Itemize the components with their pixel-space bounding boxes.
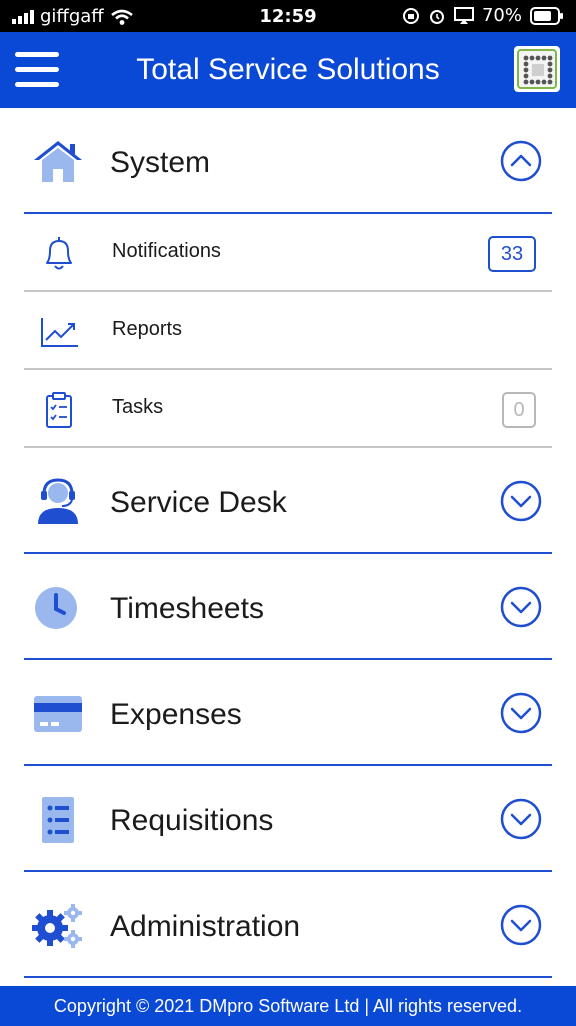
section-expenses[interactable]: Expenses: [24, 660, 552, 766]
status-right: 70%: [402, 5, 564, 26]
chevron-up-icon[interactable]: [500, 140, 542, 182]
section-label: Expenses: [110, 698, 242, 731]
gears-icon: [32, 904, 82, 948]
menu-list: System Notifications 33 Reports Tasks 0 …: [24, 108, 552, 978]
status-bar: giffgaff 12:59 70%: [0, 0, 576, 32]
bell-icon: [46, 237, 72, 270]
section-timesheets[interactable]: Timesheets: [24, 554, 552, 660]
section-label: Timesheets: [110, 592, 264, 625]
orientation-lock-icon: [402, 7, 419, 24]
notification-count-badge: 33: [488, 236, 536, 272]
section-service-desk[interactable]: Service Desk: [24, 448, 552, 554]
list-document-icon: [42, 797, 74, 843]
menu-item-label: Notifications: [112, 240, 221, 262]
menu-item-tasks[interactable]: Tasks 0: [24, 370, 552, 448]
section-requisitions[interactable]: Requisitions: [24, 766, 552, 872]
section-label: Requisitions: [110, 804, 274, 837]
section-label: Service Desk: [110, 486, 287, 519]
alarm-icon: [429, 9, 444, 24]
footer-copyright: Copyright © 2021 DMpro Software Ltd | Al…: [0, 986, 576, 1026]
clipboard-icon: [46, 392, 72, 428]
battery-percent: 70%: [481, 5, 522, 26]
chevron-down-icon[interactable]: [500, 798, 542, 840]
menu-item-notifications[interactable]: Notifications 33: [24, 214, 552, 292]
section-system[interactable]: System: [24, 108, 552, 214]
section-administration[interactable]: Administration: [24, 872, 552, 978]
section-label: System: [110, 146, 211, 179]
battery-icon: [530, 6, 563, 25]
task-count-badge: 0: [502, 392, 536, 428]
chevron-down-icon[interactable]: [500, 692, 542, 734]
chevron-down-icon[interactable]: [500, 586, 542, 628]
headset-user-icon: [38, 478, 78, 524]
trend-chart-icon: [41, 318, 78, 347]
clock-icon: [35, 587, 77, 629]
airplay-icon: [453, 6, 474, 24]
credit-card-icon: [34, 696, 82, 732]
chevron-down-icon[interactable]: [500, 904, 542, 946]
menu-item-reports[interactable]: Reports: [24, 292, 552, 370]
section-label: Administration: [110, 910, 301, 943]
menu-item-label: Reports: [112, 318, 183, 340]
app-title: Total Service Solutions: [136, 53, 440, 86]
chevron-down-icon[interactable]: [500, 480, 542, 522]
app-header: Total Service Solutions: [0, 32, 576, 108]
menu-item-label: Tasks: [112, 396, 164, 418]
house-icon: [34, 141, 82, 182]
dmpro-logo-icon[interactable]: [514, 46, 560, 92]
